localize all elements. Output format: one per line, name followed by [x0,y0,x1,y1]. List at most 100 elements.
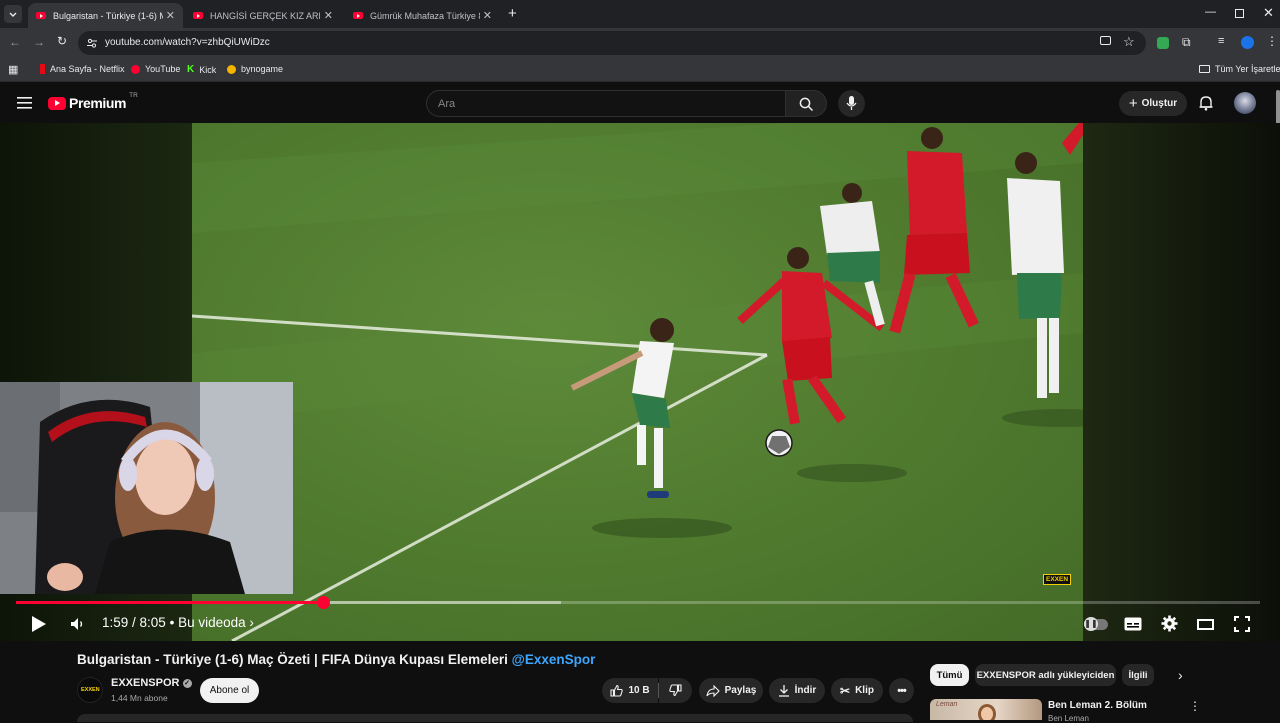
settings-gear-icon[interactable] [1161,615,1178,632]
browser-tab-strip: Bulgaristan - Türkiye (1-6) Maç ✕ HANGİS… [0,0,1280,28]
webcam-streamer-scene [0,382,293,594]
channel-name-text: EXXENSPOR [111,677,180,689]
download-label: İndir [794,685,817,696]
like-button[interactable]: 10 B [602,678,658,703]
bookmark-label: YouTube [145,64,181,74]
search-button[interactable] [785,90,827,117]
bookmark-label: bynogame [241,64,284,74]
site-info-icon[interactable] [86,37,98,49]
hamburger-menu-icon[interactable] [17,97,32,109]
recommended-video-thumbnail[interactable]: Leman [930,699,1042,720]
autoplay-toggle[interactable]: ❚❚ [1084,617,1108,631]
video-frame[interactable]: EXXEN [192,123,1083,641]
football-match-scene [192,123,1083,641]
browser-tab[interactable]: HANGİSİ GERÇEK KIZ ARKADAŞ ✕ [185,3,341,28]
close-window-icon[interactable]: ✕ [1263,5,1274,21]
download-button[interactable]: İndir [769,678,825,703]
recommended-video-title[interactable]: Ben Leman 2. Bölüm [1048,700,1147,711]
channel-logo-icon: EXXEN [81,687,100,693]
subscribe-button[interactable]: Abone ol [200,678,259,703]
description-box[interactable] [77,714,913,722]
search-placeholder: Ara [438,98,456,110]
tab-close-icon[interactable]: ✕ [166,9,175,22]
video-title: Bulgaristan - Türkiye (1-6) Maç Özeti | … [77,652,595,667]
browser-tab[interactable]: Gümrük Muhafaza Türkiye 8. Bö ✕ [345,3,500,28]
bookmark-netflix[interactable]: Ana Sayfa - Netflix [40,64,125,74]
apps-grid-icon[interactable]: ▦ [8,63,18,76]
bynogame-icon [227,64,236,74]
tab-title: HANGİSİ GERÇEK KIZ ARKADAŞ [210,10,320,21]
minimize-icon[interactable]: — [1205,6,1216,18]
search-input[interactable]: Ara [426,90,786,117]
ambient-glow-right [1083,123,1280,641]
tab-close-icon[interactable]: ✕ [483,9,492,22]
tab-title: Gümrük Muhafaza Türkiye 8. Bö [370,10,480,21]
recommended-video-channel: Ben Leman [1048,714,1089,723]
pause-icon: ❚❚ [1084,617,1098,631]
browser-menu-icon[interactable]: ⋮ [1266,34,1278,48]
channel-handle-link[interactable]: @ExxenSpor [512,652,596,667]
subscriber-count: 1,44 Mn abone [111,693,168,703]
notifications-bell-icon[interactable] [1199,95,1213,111]
search-icon [799,97,814,112]
bookmark-youtube[interactable]: YouTube [131,64,180,74]
dislike-button[interactable] [659,678,692,703]
microphone-icon [846,96,857,110]
browser-tab-active[interactable]: Bulgaristan - Türkiye (1-6) Maç ✕ [28,3,183,28]
clip-button[interactable]: ✂ Klip [831,678,883,703]
restore-icon[interactable] [1235,9,1244,18]
clip-label: Klip [855,685,874,696]
forward-icon[interactable]: → [33,35,45,49]
profile-avatar[interactable] [1241,36,1254,49]
theater-mode-icon[interactable] [1197,619,1214,630]
reading-list-icon[interactable]: ≡ [1218,35,1224,47]
chapter-button[interactable]: Bu videoda › [178,615,254,630]
cast-icon[interactable] [1100,36,1111,45]
scissors-icon: ✂ [840,683,851,698]
subtitles-icon[interactable] [1124,617,1142,631]
folder-icon [1199,65,1210,73]
all-bookmarks-folder[interactable]: Tüm Yer İşaretleri [1199,64,1280,74]
bookmark-bynogame[interactable]: bynogame [227,64,283,74]
tab-search-button[interactable] [4,5,22,23]
netflix-icon [40,64,45,74]
bookmark-kick[interactable]: K Kick [187,64,216,75]
chip-all[interactable]: Tümü [930,664,969,686]
address-bar[interactable]: youtube.com/watch?v=zhbQiUWiDzc ☆ [78,31,1146,55]
youtube-premium-logo[interactable]: Premium TR [48,91,138,111]
play-icon[interactable] [31,615,47,633]
channel-name[interactable]: EXXENSPOR ✓ [111,677,192,689]
youtube-header: Premium TR Ara + Oluştur [0,83,1280,123]
logo-country: TR [129,91,138,99]
thumbnail-caption: Leman [936,701,958,708]
like-count: 10 B [628,685,650,696]
new-tab-icon[interactable]: + [508,5,517,22]
extension-shield-icon[interactable] [1157,37,1169,49]
recommended-more-icon[interactable]: ⋮ [1189,699,1201,713]
youtube-favicon-icon [193,12,203,19]
plus-icon: + [1128,94,1138,112]
create-button[interactable]: + Oluştur [1119,91,1187,116]
volume-icon[interactable] [70,617,86,631]
channel-avatar[interactable]: EXXEN [77,677,103,703]
video-player[interactable]: EXXEN 1:59 / 8:05 • Bu videoda › ❚❚ [0,123,1280,641]
chip-related[interactable]: İlgili [1122,664,1154,686]
more-actions-button[interactable]: ••• [889,678,914,703]
chip-from-uploader[interactable]: EXXENSPOR adlı yükleyiciden [975,664,1116,686]
thumbs-down-icon [669,684,682,697]
tab-title: Bulgaristan - Türkiye (1-6) Maç [53,10,163,21]
chip-next-chevron-icon[interactable]: › [1178,667,1183,683]
back-icon[interactable]: ← [9,35,21,49]
voice-search-button[interactable] [838,90,865,117]
extensions-puzzle-icon[interactable]: ⧉ [1182,35,1191,50]
account-avatar[interactable] [1234,92,1256,114]
share-button[interactable]: Paylaş [699,678,763,703]
bookmark-star-icon[interactable]: ☆ [1123,34,1135,50]
all-bookmarks-label: Tüm Yer İşaretleri [1215,64,1280,74]
reload-icon[interactable]: ↻ [57,34,67,48]
create-label: Oluştur [1141,98,1178,109]
more-horizontal-icon: ••• [897,684,907,697]
logo-text: Premium [69,95,127,111]
fullscreen-icon[interactable] [1234,616,1250,632]
tab-close-icon[interactable]: ✕ [324,9,333,22]
